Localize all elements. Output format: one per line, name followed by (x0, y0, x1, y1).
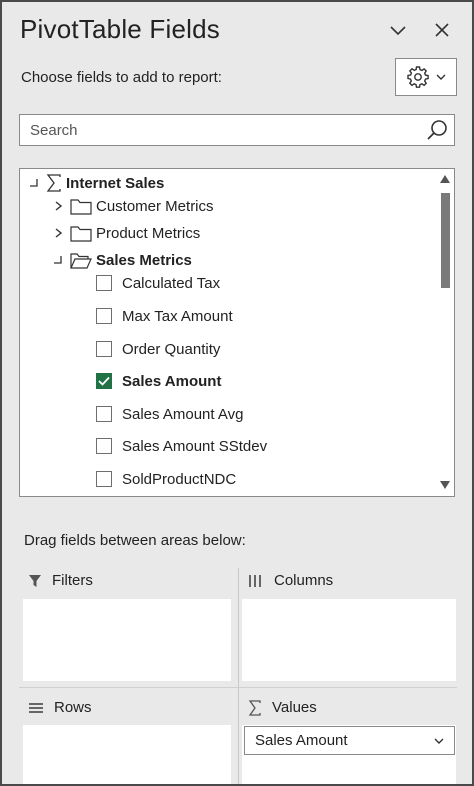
field-item-order-quantity[interactable]: Order Quantity (96, 335, 220, 363)
sigma-icon (248, 699, 261, 716)
field-item-sales-amount-avg[interactable]: Sales Amount Avg (96, 400, 243, 428)
close-icon (435, 23, 449, 37)
filters-area-header: Filters (28, 572, 93, 589)
chevron-down-icon (436, 74, 446, 80)
panel-options-button[interactable] (384, 16, 412, 44)
chevron-down-icon (434, 738, 444, 744)
rows-drop-area[interactable] (23, 725, 231, 784)
collapse-icon[interactable] (52, 254, 64, 266)
field-item-sales-amount[interactable]: Sales Amount (96, 367, 221, 395)
chevron-down-icon (390, 26, 406, 36)
folder-open-icon (70, 252, 92, 269)
panel-title: PivotTable Fields (20, 14, 220, 44)
values-label: Values (272, 699, 317, 716)
tree-node-customer-metrics[interactable]: Customer Metrics (52, 192, 214, 220)
areas-divider-horizontal (19, 687, 457, 688)
field-checkbox[interactable] (96, 406, 112, 422)
rows-label: Rows (54, 699, 92, 716)
field-label: Sales Amount (122, 372, 222, 390)
rows-icon (29, 702, 43, 713)
field-list: Internet Sales Customer Metrics Product … (19, 168, 455, 497)
filter-icon (29, 574, 41, 587)
field-list-scrollbar[interactable] (436, 169, 454, 496)
field-label: Calculated Tax (122, 274, 221, 292)
field-checkbox[interactable] (96, 275, 112, 291)
search-icon[interactable] (426, 118, 450, 142)
filters-label: Filters (52, 572, 93, 589)
sigma-icon (46, 174, 61, 192)
folder-icon (70, 198, 92, 215)
field-checkbox[interactable] (96, 438, 112, 454)
search-box (19, 114, 455, 146)
values-area-header: Values (248, 699, 317, 716)
field-label: Max Tax Amount (122, 307, 233, 325)
checkmark-icon (98, 376, 110, 386)
scroll-down-icon[interactable] (440, 481, 450, 489)
close-button[interactable] (428, 16, 456, 44)
field-label: SoldProductNDC (122, 470, 237, 488)
scrollbar-thumb[interactable] (441, 193, 450, 288)
field-checkbox[interactable] (96, 308, 112, 324)
search-input[interactable] (28, 121, 422, 140)
field-label: Order Quantity (122, 340, 221, 358)
choose-fields-label: Choose fields to add to report: (21, 69, 222, 86)
filters-drop-area[interactable] (23, 599, 231, 681)
columns-drop-area[interactable] (242, 599, 456, 681)
tree-node-label: Customer Metrics (96, 197, 214, 215)
pivot-fields-panel: PivotTable Fields Choose fields to add t… (0, 0, 474, 786)
field-checkbox[interactable] (96, 341, 112, 357)
drag-areas-label: Drag fields between areas below: (24, 532, 246, 549)
field-item-sales-amount-sstdev[interactable]: Sales Amount SStdev (96, 432, 267, 460)
field-label: Sales Amount SStdev (122, 437, 268, 455)
expand-icon[interactable] (52, 200, 64, 212)
tree-node-label: Sales Metrics (96, 251, 192, 269)
scroll-up-icon[interactable] (440, 175, 450, 183)
expand-icon[interactable] (52, 227, 64, 239)
areas-divider-vertical (238, 568, 239, 784)
columns-icon (249, 574, 261, 587)
tools-button[interactable] (395, 58, 457, 96)
field-item-max-tax-amount[interactable]: Max Tax Amount (96, 302, 233, 330)
field-item-soldproductndc[interactable]: SoldProductNDC (96, 465, 236, 493)
columns-label: Columns (274, 572, 334, 589)
values-field-label: Sales Amount (255, 732, 348, 749)
tree-node-label: Internet Sales (66, 174, 165, 192)
values-field-sales-amount[interactable]: Sales Amount (244, 726, 455, 755)
gear-icon (407, 66, 429, 88)
tree-node-product-metrics[interactable]: Product Metrics (52, 219, 200, 247)
rows-area-header: Rows (28, 699, 92, 716)
field-checkbox-checked[interactable] (96, 373, 112, 389)
folder-icon (70, 225, 92, 242)
columns-area-header: Columns (248, 572, 333, 589)
field-label: Sales Amount Avg (122, 405, 244, 423)
collapse-icon[interactable] (28, 177, 40, 189)
field-checkbox[interactable] (96, 471, 112, 487)
field-item-calculated-tax[interactable]: Calculated Tax (96, 269, 220, 297)
tree-node-label: Product Metrics (96, 224, 201, 242)
